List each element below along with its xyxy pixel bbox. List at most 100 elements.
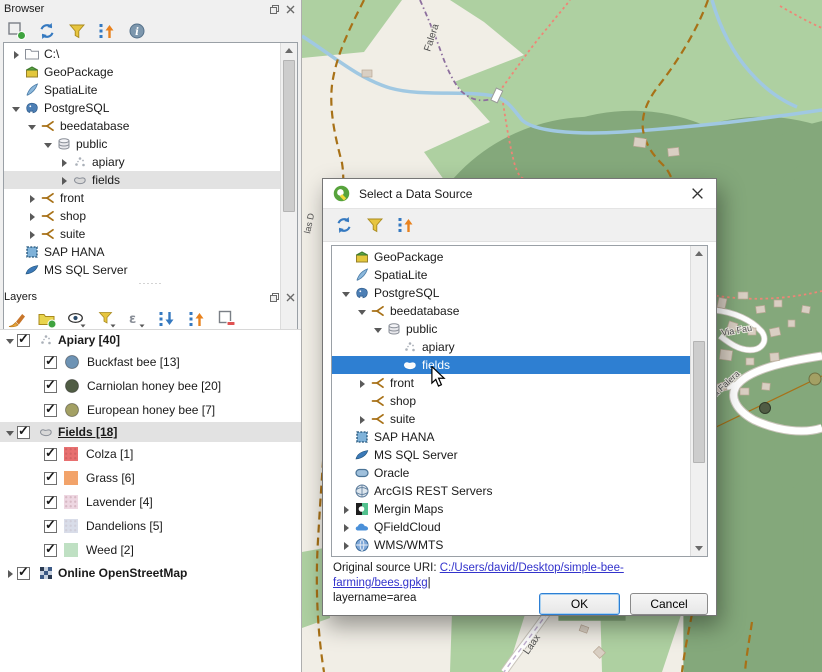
chevron-right-icon[interactable] xyxy=(356,413,369,426)
filter-expression-button[interactable] xyxy=(126,308,148,330)
chevron-right-icon[interactable] xyxy=(58,156,71,169)
source-item-oracle[interactable]: Oracle xyxy=(332,464,690,482)
map-marker-european-bee[interactable] xyxy=(809,373,821,385)
layer-item-european[interactable]: European honey bee [7] xyxy=(0,398,301,422)
cancel-button[interactable]: Cancel xyxy=(630,593,708,615)
layer-group-fields[interactable]: Fields [18] xyxy=(0,422,301,442)
dialog-close-icon[interactable] xyxy=(688,185,706,203)
browser-item-front[interactable]: front xyxy=(4,189,280,207)
panel-splitter[interactable]: ······ xyxy=(0,281,301,288)
browser-item-ms-sql-server[interactable]: MS SQL Server xyxy=(4,261,280,279)
source-item-fields-selected[interactable]: fields xyxy=(332,356,690,374)
chevron-right-icon[interactable] xyxy=(26,228,39,241)
browser-item-geopackage[interactable]: GeoPackage xyxy=(4,63,280,81)
source-item-mergin-maps[interactable]: Mergin Maps xyxy=(332,500,690,518)
browser-item-beedatabase[interactable]: beedatabase xyxy=(4,117,280,135)
layer-checkbox[interactable] xyxy=(44,496,57,509)
layer-checkbox[interactable] xyxy=(17,567,30,580)
layer-item-lavender[interactable]: Lavender [4] xyxy=(0,490,301,514)
properties-widget-button[interactable] xyxy=(126,20,148,42)
browser-item-public[interactable]: public xyxy=(4,135,280,153)
filter-button[interactable] xyxy=(364,214,386,236)
browser-item-spatialite[interactable]: SpatiaLite xyxy=(4,81,280,99)
source-item-apiary[interactable]: apiary xyxy=(332,338,690,356)
map-marker-carniolan-bee[interactable] xyxy=(760,403,771,414)
float-panel-icon[interactable] xyxy=(268,4,281,15)
chevron-right-icon[interactable] xyxy=(26,210,39,223)
filter-browser-button[interactable] xyxy=(66,20,88,42)
layer-checkbox[interactable] xyxy=(44,356,57,369)
chevron-down-icon[interactable] xyxy=(4,334,17,347)
dialog-scrollbar[interactable] xyxy=(690,246,707,556)
close-panel-icon[interactable] xyxy=(284,4,297,15)
source-item-postgresql[interactable]: PostgreSQL xyxy=(332,284,690,302)
collapse-all-button[interactable] xyxy=(186,308,208,330)
source-item-geopackage[interactable]: GeoPackage xyxy=(332,248,690,266)
layer-checkbox[interactable] xyxy=(44,380,57,393)
source-item-suite[interactable]: suite xyxy=(332,410,690,428)
chevron-right-icon[interactable] xyxy=(10,48,23,61)
chevron-right-icon[interactable] xyxy=(58,174,71,187)
scroll-up-icon[interactable] xyxy=(281,43,297,58)
collapse-all-button[interactable] xyxy=(96,20,118,42)
source-item-front[interactable]: front xyxy=(332,374,690,392)
scroll-up-icon[interactable] xyxy=(691,246,707,261)
layer-item-weed[interactable]: Weed [2] xyxy=(0,538,301,562)
browser-item-shop[interactable]: shop xyxy=(4,207,280,225)
close-panel-icon[interactable] xyxy=(284,292,297,303)
map-themes-button[interactable] xyxy=(66,308,88,330)
chevron-right-icon[interactable] xyxy=(356,377,369,390)
layer-checkbox[interactable] xyxy=(44,520,57,533)
scrollbar-thumb[interactable] xyxy=(693,341,705,463)
collapse-all-button[interactable] xyxy=(395,214,417,236)
add-group-button[interactable] xyxy=(36,308,58,330)
scroll-down-icon[interactable] xyxy=(691,541,707,556)
browser-item-sap-hana[interactable]: SAP HANA xyxy=(4,243,280,261)
layer-item-buckfast[interactable]: Buckfast bee [13] xyxy=(0,350,301,374)
chevron-right-icon[interactable] xyxy=(340,521,353,534)
chevron-right-icon[interactable] xyxy=(340,539,353,552)
add-selected-layers-button[interactable] xyxy=(6,20,28,42)
layer-item-colza[interactable]: Colza [1] xyxy=(0,442,301,466)
source-item-spatialite[interactable]: SpatiaLite xyxy=(332,266,690,284)
source-item-beedatabase[interactable]: beedatabase xyxy=(332,302,690,320)
chevron-down-icon[interactable] xyxy=(4,426,17,439)
source-item-qfieldcloud[interactable]: QFieldCloud xyxy=(332,518,690,536)
chevron-down-icon[interactable] xyxy=(42,138,55,151)
layer-checkbox[interactable] xyxy=(17,334,30,347)
chevron-right-icon[interactable] xyxy=(4,567,17,580)
layer-checkbox[interactable] xyxy=(44,448,57,461)
browser-item-c-drive[interactable]: C:\ xyxy=(4,45,280,63)
float-panel-icon[interactable] xyxy=(268,292,281,303)
source-item-arcgis[interactable]: ArcGIS REST Servers xyxy=(332,482,690,500)
browser-item-suite[interactable]: suite xyxy=(4,225,280,243)
source-item-wms-wmts[interactable]: WMS/WMTS xyxy=(332,536,690,554)
chevron-down-icon[interactable] xyxy=(372,323,385,336)
refresh-button[interactable] xyxy=(333,214,355,236)
layer-item-osm[interactable]: Online OpenStreetMap xyxy=(0,562,301,584)
layer-group-apiary[interactable]: Apiary [40] xyxy=(0,330,301,350)
source-item-ms-sql-server[interactable]: MS SQL Server xyxy=(332,446,690,464)
browser-item-fields[interactable]: fields xyxy=(4,171,280,189)
layer-checkbox[interactable] xyxy=(44,544,57,557)
layer-item-grass[interactable]: Grass [6] xyxy=(0,466,301,490)
chevron-down-icon[interactable] xyxy=(340,287,353,300)
chevron-down-icon[interactable] xyxy=(10,102,23,115)
layer-checkbox[interactable] xyxy=(44,404,57,417)
ok-button[interactable]: OK xyxy=(539,593,620,615)
expand-all-button[interactable] xyxy=(156,308,178,330)
source-item-sap-hana[interactable]: SAP HANA xyxy=(332,428,690,446)
scrollbar-thumb[interactable] xyxy=(283,60,295,212)
refresh-button[interactable] xyxy=(36,20,58,42)
source-item-public[interactable]: public xyxy=(332,320,690,338)
layer-item-dandelions[interactable]: Dandelions [5] xyxy=(0,514,301,538)
layer-checkbox[interactable] xyxy=(44,472,57,485)
filter-legend-button[interactable] xyxy=(96,308,118,330)
layer-checkbox[interactable] xyxy=(17,426,30,439)
chevron-down-icon[interactable] xyxy=(26,120,39,133)
chevron-right-icon[interactable] xyxy=(340,503,353,516)
remove-layer-button[interactable] xyxy=(216,308,238,330)
browser-item-postgresql[interactable]: PostgreSQL xyxy=(4,99,280,117)
layer-item-carniolan[interactable]: Carniolan honey bee [20] xyxy=(0,374,301,398)
browser-item-apiary[interactable]: apiary xyxy=(4,153,280,171)
